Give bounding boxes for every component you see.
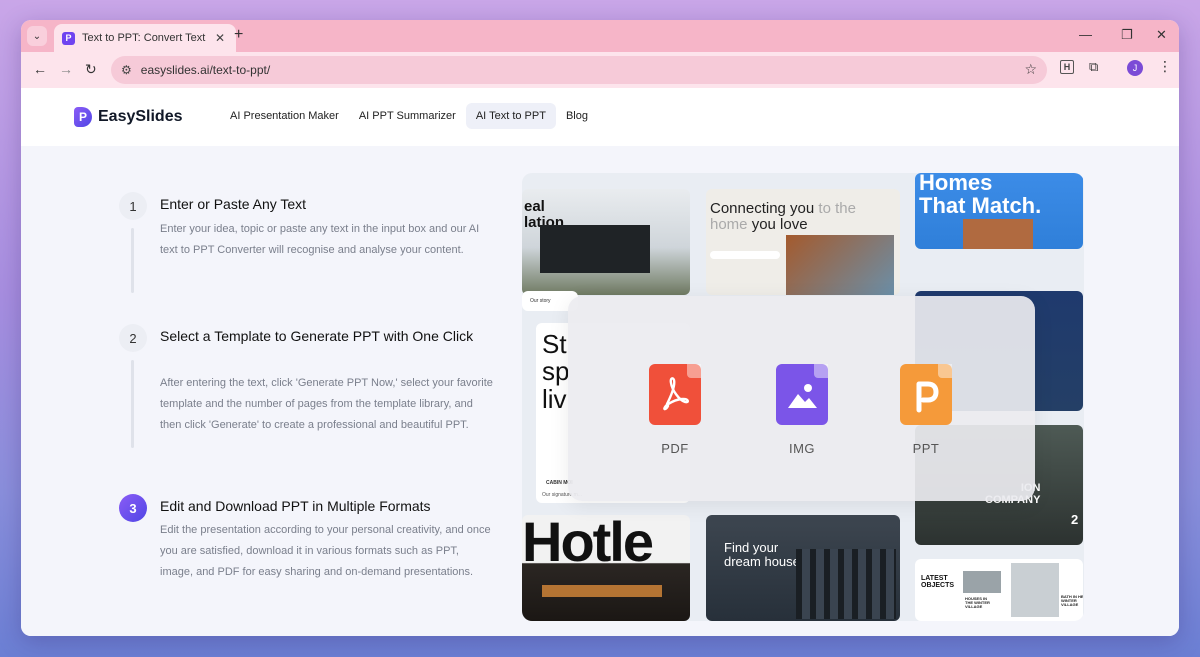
window-light bbox=[542, 585, 662, 597]
nav-ai-ppt-summarizer[interactable]: AI PPT Summarizer bbox=[349, 103, 466, 129]
pdf-file-icon bbox=[649, 364, 701, 425]
format-ppt[interactable]: PPT bbox=[896, 364, 956, 456]
p-letter-glyph bbox=[916, 381, 939, 413]
nav-ai-text-to-ppt[interactable]: AI Text to PPT bbox=[465, 103, 556, 129]
thumbnail-title: Find your dream house bbox=[724, 540, 800, 569]
template-thumbnail[interactable]: Homes That Match. bbox=[915, 173, 1083, 249]
brand-logo[interactable]: P EasySlides bbox=[74, 107, 183, 127]
minimize-icon[interactable]: — bbox=[1079, 27, 1092, 42]
thumbnail-text: home bbox=[710, 215, 748, 233]
thumbnail-text: you love bbox=[751, 215, 808, 233]
address-bar[interactable]: ⚙ easyslides.ai/text-to-ppt/ ☆ bbox=[111, 56, 1047, 84]
browser-window: ⌄ P Text to PPT: Convert Text Into PPT ✕… bbox=[21, 20, 1179, 636]
thumbnail-text: Connecting you bbox=[710, 200, 815, 217]
logo-icon: P bbox=[74, 107, 92, 127]
step-number: 3 bbox=[119, 494, 147, 522]
template-thumbnail[interactable]: eal lation bbox=[522, 189, 690, 295]
thumbnail-title: LATEST OBJECTS bbox=[921, 575, 955, 590]
format-img[interactable]: IMG bbox=[772, 364, 832, 456]
template-thumbnail[interactable]: Find your dream house bbox=[706, 515, 900, 621]
site-info-icon[interactable]: ⚙ bbox=[121, 63, 132, 77]
house-image bbox=[786, 235, 894, 295]
thumbnail-title: Connecting you to the home you love bbox=[710, 201, 856, 233]
template-thumbnail[interactable]: LATEST OBJECTS HOUSES IN THE WINTER VILL… bbox=[915, 559, 1083, 621]
new-tab-button[interactable]: + bbox=[234, 26, 243, 44]
profile-avatar[interactable]: J bbox=[1127, 60, 1143, 76]
back-icon[interactable]: ← bbox=[33, 61, 47, 77]
reload-icon[interactable]: ↻ bbox=[85, 61, 97, 78]
tab-search-button[interactable]: ⌄ bbox=[27, 26, 47, 46]
favicon-icon: P bbox=[62, 31, 75, 45]
browser-menu-icon[interactable]: ⋮ bbox=[1158, 58, 1172, 75]
house-image bbox=[963, 571, 1001, 593]
chevron-down-icon: ⌄ bbox=[32, 30, 42, 42]
step-number: 1 bbox=[119, 192, 147, 220]
template-thumbnail[interactable]: Hotle bbox=[522, 515, 690, 621]
nav-blog[interactable]: Blog bbox=[556, 103, 598, 129]
main-nav: AI Presentation Maker AI PPT Summarizer … bbox=[220, 103, 598, 129]
site-header: P EasySlides AI Presentation Maker AI PP… bbox=[21, 88, 1179, 146]
thumbnail-title: St sp liv bbox=[542, 329, 570, 414]
thumbnail-title: Hotle bbox=[522, 515, 654, 573]
browser-tab[interactable]: P Text to PPT: Convert Text Into PPT ✕ bbox=[54, 24, 236, 52]
step-description: Edit the presentation according to your … bbox=[160, 524, 491, 578]
format-pdf[interactable]: PDF bbox=[645, 364, 705, 456]
house-image bbox=[540, 225, 650, 273]
format-label: PDF bbox=[661, 441, 689, 456]
step-description: After entering the text, click 'Generate… bbox=[160, 377, 493, 431]
house-image bbox=[963, 219, 1033, 249]
search-field-mock bbox=[710, 251, 780, 259]
extension-h-icon[interactable]: H bbox=[1060, 60, 1074, 74]
house-image bbox=[796, 549, 896, 619]
close-icon[interactable]: ✕ bbox=[215, 31, 225, 45]
tab-title: Text to PPT: Convert Text Into PPT bbox=[82, 32, 208, 44]
url-text: easyslides.ai/text-to-ppt/ bbox=[140, 63, 271, 77]
forward-icon[interactable]: → bbox=[59, 61, 73, 77]
thumbnail-label: HOUSES IN THE WINTER VILLAGE bbox=[965, 596, 990, 610]
step-connector bbox=[131, 360, 134, 448]
step-title: Edit and Download PPT in Multiple Format… bbox=[160, 498, 431, 514]
step-connector bbox=[131, 228, 134, 293]
ppt-file-icon bbox=[900, 364, 952, 425]
thumbnail-label: Our story bbox=[530, 298, 551, 304]
nav-ai-presentation-maker[interactable]: AI Presentation Maker bbox=[220, 103, 349, 129]
format-label: IMG bbox=[788, 441, 816, 456]
tab-strip: ⌄ P Text to PPT: Convert Text Into PPT ✕… bbox=[21, 20, 1179, 52]
thumbnail-label: BATH IN HE WINTER VILLAGE bbox=[1061, 594, 1083, 608]
step-title: Select a Template to Generate PPT with O… bbox=[160, 328, 474, 344]
format-label: PPT bbox=[912, 441, 940, 456]
thumbnail-title: Homes That Match. bbox=[919, 173, 1042, 219]
image-file-icon bbox=[776, 364, 828, 425]
brand-name: EasySlides bbox=[98, 108, 183, 125]
picture-glyph bbox=[788, 384, 817, 408]
acrobat-glyph bbox=[663, 377, 689, 411]
house-image bbox=[1011, 563, 1059, 617]
thumbnail-number: 2 bbox=[1071, 512, 1079, 527]
extensions-puzzle-icon[interactable]: ⧉ bbox=[1089, 59, 1098, 75]
template-thumbnail[interactable]: Connecting you to the home you love bbox=[706, 189, 900, 295]
step-number: 2 bbox=[119, 324, 147, 352]
restore-icon[interactable]: ❐ bbox=[1121, 27, 1133, 43]
thumbnail-text: to the bbox=[818, 200, 856, 217]
step-title: Enter or Paste Any Text bbox=[160, 196, 307, 212]
browser-toolbar: ← → ↻ ⚙ easyslides.ai/text-to-ppt/ ☆ H ⧉… bbox=[21, 52, 1179, 88]
page-content: P EasySlides AI Presentation Maker AI PP… bbox=[21, 88, 1179, 636]
close-window-icon[interactable]: ✕ bbox=[1156, 27, 1167, 43]
bookmark-star-icon[interactable]: ☆ bbox=[1024, 61, 1037, 78]
download-formats-panel: PDF IMG PPT bbox=[568, 296, 1035, 501]
step-description: Enter your idea, topic or paste any text… bbox=[160, 223, 480, 256]
